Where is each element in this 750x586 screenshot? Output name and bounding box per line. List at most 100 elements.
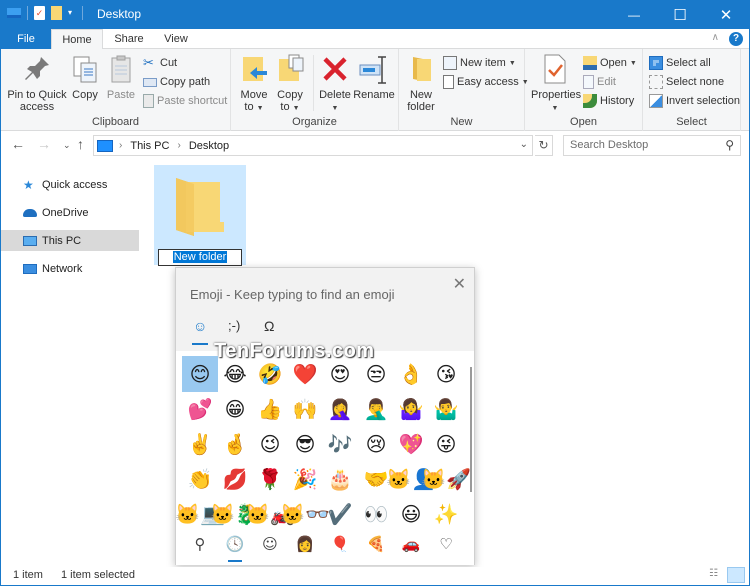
address-bar[interactable]: › This PC › Desktop ⌄ <box>93 135 533 156</box>
new-item-button[interactable]: New item ▼ <box>443 54 516 72</box>
search-icon[interactable]: ⚲ <box>725 136 734 155</box>
emoji-cell[interactable]: 👌 <box>393 356 429 392</box>
tab-file[interactable]: File <box>1 29 51 49</box>
emoji-cell[interactable]: ✔️ <box>322 496 358 532</box>
forward-button[interactable]: → <box>37 136 51 152</box>
emoji-cell[interactable]: ❤️ <box>287 356 323 392</box>
category-travel-icon[interactable]: 🚗 <box>393 529 429 559</box>
emoji-cell[interactable]: 😒 <box>358 356 394 392</box>
select-all-button[interactable]: Select all <box>649 54 711 72</box>
emoji-cell[interactable]: 😁 <box>217 391 253 427</box>
emoji-cell[interactable]: 🤷‍♂️ <box>428 391 464 427</box>
breadcrumb-this-pc[interactable]: This PC <box>130 140 169 152</box>
tab-share[interactable]: Share <box>109 29 149 49</box>
collapse-ribbon-icon[interactable]: ∧ <box>712 32 719 43</box>
tab-home[interactable]: Home <box>51 29 103 50</box>
emoji-cell[interactable]: 😜 <box>428 426 464 462</box>
close-emoji-panel-button[interactable]: ✕ <box>453 274 466 294</box>
emoji-cell[interactable]: 🤣 <box>252 356 288 392</box>
invert-selection-button[interactable]: Invert selection <box>649 92 740 110</box>
recent-locations-button[interactable]: ⌄ <box>63 140 71 151</box>
details-view-button[interactable]: ☷ <box>709 568 725 582</box>
breadcrumb-separator-icon[interactable]: › <box>177 140 180 151</box>
address-dropdown-icon[interactable]: ⌄ <box>520 139 528 150</box>
emoji-cell[interactable]: 👏 <box>182 461 218 497</box>
explorer-app-icon[interactable] <box>7 8 21 18</box>
up-button[interactable]: ↑ <box>77 136 84 152</box>
category-smiley-icon[interactable]: ☺ <box>252 529 288 559</box>
emoji-cell[interactable]: 😍 <box>322 356 358 392</box>
cut-button[interactable]: ✂ Cut <box>143 54 177 72</box>
emoji-cell[interactable]: 🤦‍♂️ <box>358 391 394 427</box>
new-folder-button[interactable]: New folder <box>403 53 439 113</box>
emoji-cell[interactable]: 🐱‍👓 <box>280 496 330 532</box>
nav-item-onedrive[interactable]: OneDrive <box>1 202 139 223</box>
category-symbols-icon[interactable]: ♡ <box>428 529 464 559</box>
emoji-cell[interactable]: 💋 <box>217 461 253 497</box>
emoji-cell[interactable]: 🎂 <box>322 461 358 497</box>
history-button[interactable]: History <box>583 92 634 110</box>
rename-button[interactable]: Rename <box>353 53 395 101</box>
emoji-cell[interactable]: 🎶 <box>322 426 358 462</box>
emoji-cell[interactable]: 😂 <box>217 356 253 392</box>
easy-access-button[interactable]: Easy access ▼ <box>443 73 529 91</box>
back-button[interactable]: ← <box>11 136 25 152</box>
emoji-cell[interactable]: 😎 <box>287 426 323 462</box>
move-to-button[interactable]: Move to ▼ <box>239 53 269 115</box>
copy-path-button[interactable]: Copy path <box>143 73 210 91</box>
emoji-cell[interactable]: 😢 <box>358 426 394 462</box>
category-celebration-icon[interactable]: 🎈 <box>322 529 358 559</box>
rename-input[interactable]: New folder <box>158 249 242 266</box>
tab-kaomoji[interactable]: ;-) <box>228 318 240 333</box>
emoji-cell[interactable]: 🎉 <box>287 461 323 497</box>
emoji-cell[interactable]: 😘 <box>428 356 464 392</box>
nav-item-network[interactable]: Network <box>1 258 139 279</box>
minimize-button[interactable]: — <box>611 1 657 29</box>
emoji-cell[interactable]: 💕 <box>182 391 218 427</box>
emoji-cell[interactable]: ✨ <box>428 496 464 532</box>
nav-item-this-pc[interactable]: This PC <box>1 230 139 251</box>
help-icon[interactable]: ? <box>729 32 743 46</box>
emoji-cell[interactable]: 🤦‍♀️ <box>322 391 358 427</box>
copy-button[interactable]: Copy <box>69 53 101 101</box>
paste-button[interactable]: Paste <box>105 53 137 101</box>
category-recent-icon[interactable]: 🕓 <box>217 529 253 559</box>
properties-button[interactable]: Properties ▼ <box>531 53 581 115</box>
category-food-icon[interactable]: 🍕 <box>358 529 394 559</box>
category-search-icon[interactable]: ⚲ <box>182 529 218 559</box>
emoji-cell[interactable]: 😃 <box>393 496 429 532</box>
emoji-cell[interactable]: 🤷‍♀️ <box>393 391 429 427</box>
search-input[interactable]: Search Desktop ⚲ <box>563 135 741 156</box>
breadcrumb-separator-icon[interactable]: › <box>119 140 122 151</box>
delete-button[interactable]: Delete ▼ <box>317 53 353 115</box>
qat-customize-icon[interactable]: ▾ <box>68 6 76 20</box>
emoji-cell[interactable]: 🌹 <box>252 461 288 497</box>
emoji-cell[interactable]: 😊 <box>182 356 218 392</box>
pin-to-quick-access-button[interactable]: Pin to Quick access <box>5 53 69 113</box>
properties-qat-icon[interactable]: ✓ <box>34 6 45 20</box>
tab-symbols[interactable]: Ω <box>264 318 274 334</box>
emoji-cell[interactable]: 🐱‍🚀 <box>421 461 471 497</box>
edit-button[interactable]: Edit <box>583 73 616 91</box>
new-folder-qat-icon[interactable] <box>51 6 62 20</box>
emoji-cell[interactable]: ✌️ <box>182 426 218 462</box>
large-icons-view-button[interactable] <box>727 567 745 583</box>
emoji-cell[interactable]: 🤞 <box>217 426 253 462</box>
paste-shortcut-button[interactable]: Paste shortcut <box>143 92 227 110</box>
refresh-button[interactable]: ↻ <box>535 135 553 156</box>
emoji-cell[interactable]: 😉 <box>252 426 288 462</box>
open-button[interactable]: Open ▼ <box>583 54 637 72</box>
breadcrumb-desktop[interactable]: Desktop <box>189 140 229 152</box>
tab-view[interactable]: View <box>157 29 195 49</box>
emoji-cell[interactable]: 💖 <box>393 426 429 462</box>
select-none-button[interactable]: Select none <box>649 73 724 91</box>
emoji-cell[interactable]: 👀 <box>358 496 394 532</box>
copy-to-button[interactable]: Copy to ▼ <box>275 53 305 115</box>
close-button[interactable]: ✕ <box>703 1 749 29</box>
emoji-cell[interactable]: 🙌 <box>287 391 323 427</box>
emoji-cell[interactable]: 👍 <box>252 391 288 427</box>
tab-emoji[interactable]: ☺ <box>193 318 207 334</box>
category-people-icon[interactable]: 👩 <box>287 529 323 559</box>
nav-item-quick-access[interactable]: ★ Quick access <box>1 174 139 195</box>
maximize-button[interactable]: ☐ <box>657 1 703 29</box>
